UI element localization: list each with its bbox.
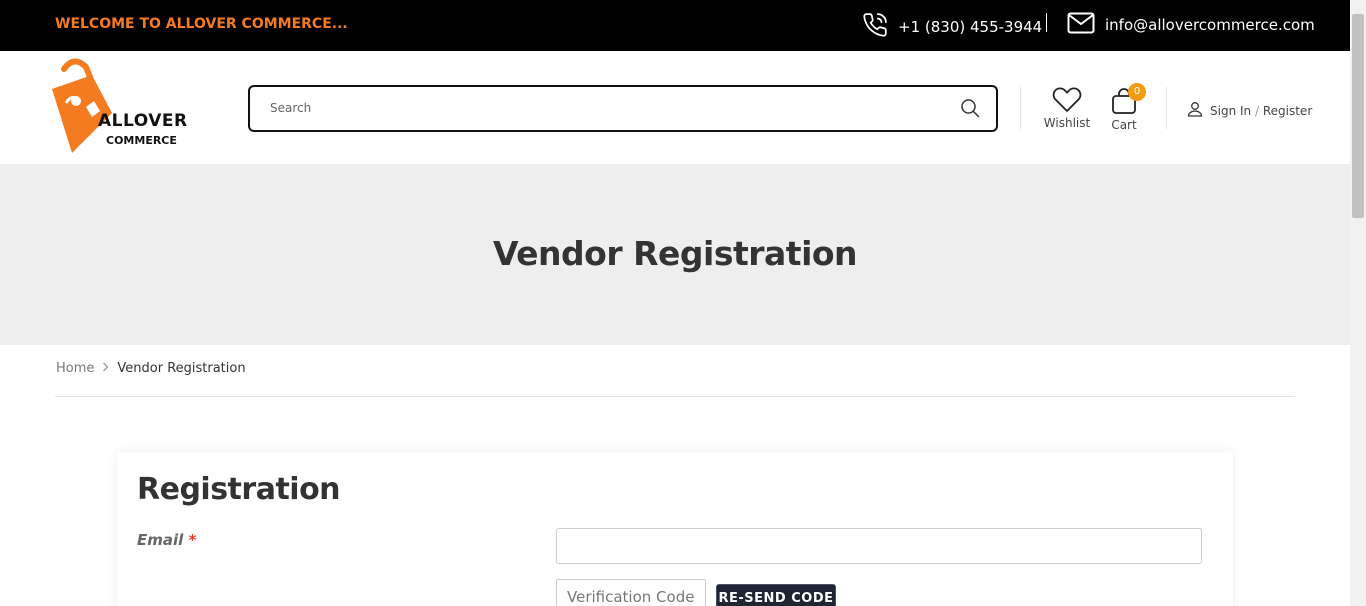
page-title: Vendor Registration — [492, 234, 858, 273]
chevron-right-icon — [102, 362, 109, 375]
account-links: Sign In / Register — [1187, 101, 1312, 120]
user-icon — [1187, 101, 1203, 120]
phone-icon — [862, 12, 888, 42]
cart-label: Cart — [1111, 118, 1137, 132]
topbar-divider — [1046, 13, 1047, 32]
search-box[interactable]: Search — [248, 85, 998, 132]
registration-form: Registration Email * Verification Code R… — [117, 452, 1233, 606]
email-link[interactable]: info@allovercommerce.com — [1067, 12, 1315, 38]
header-divider — [1166, 87, 1167, 129]
register-link[interactable]: Register — [1263, 104, 1312, 118]
sign-in-link[interactable]: Sign In — [1210, 104, 1251, 118]
breadcrumb-home-link[interactable]: Home — [56, 361, 94, 376]
required-mark: * — [188, 531, 197, 549]
wishlist-label: Wishlist — [1043, 116, 1091, 130]
wishlist-link[interactable]: Wishlist — [1040, 87, 1094, 130]
form-title: Registration — [137, 472, 341, 507]
email-label: Email * — [137, 531, 197, 549]
header-divider — [1020, 87, 1021, 129]
breadcrumb: Home Vendor Registration — [56, 361, 246, 376]
site-header: ALLOVER COMMERCE Search Wishlist 0 Cart … — [0, 51, 1350, 164]
cart-link[interactable]: 0 Cart — [1106, 83, 1146, 132]
scrollbar-thumb[interactable] — [1352, 14, 1364, 218]
cart-count-badge: 0 — [1128, 83, 1146, 101]
breadcrumb-current: Vendor Registration — [117, 361, 246, 376]
search-icon[interactable] — [960, 98, 980, 122]
resend-code-button[interactable]: RE-SEND CODE — [716, 584, 836, 606]
page-banner: Vendor Registration — [0, 164, 1350, 345]
divider — [55, 396, 1295, 397]
welcome-text: WELCOME TO ALLOVER COMMERCE... — [55, 16, 348, 32]
heart-icon — [1040, 87, 1094, 116]
page-scrollbar[interactable] — [1350, 0, 1366, 606]
phone-number: +1 (830) 455-3944 — [898, 18, 1043, 36]
search-input[interactable]: Search — [270, 101, 311, 115]
envelope-icon — [1067, 12, 1095, 38]
site-logo[interactable]: ALLOVER COMMERCE — [46, 57, 196, 157]
top-bar: WELCOME TO ALLOVER COMMERCE... +1 (830) … — [0, 0, 1350, 51]
logo-text-commerce: COMMERCE — [106, 134, 177, 147]
logo-text-allover: ALLOVER — [98, 111, 188, 131]
account-separator: / — [1254, 103, 1260, 118]
email-field[interactable] — [556, 528, 1202, 564]
verification-code-input[interactable]: Verification Code — [556, 579, 706, 606]
phone-link[interactable]: +1 (830) 455-3944 — [862, 12, 1042, 42]
email-address: info@allovercommerce.com — [1105, 16, 1315, 34]
